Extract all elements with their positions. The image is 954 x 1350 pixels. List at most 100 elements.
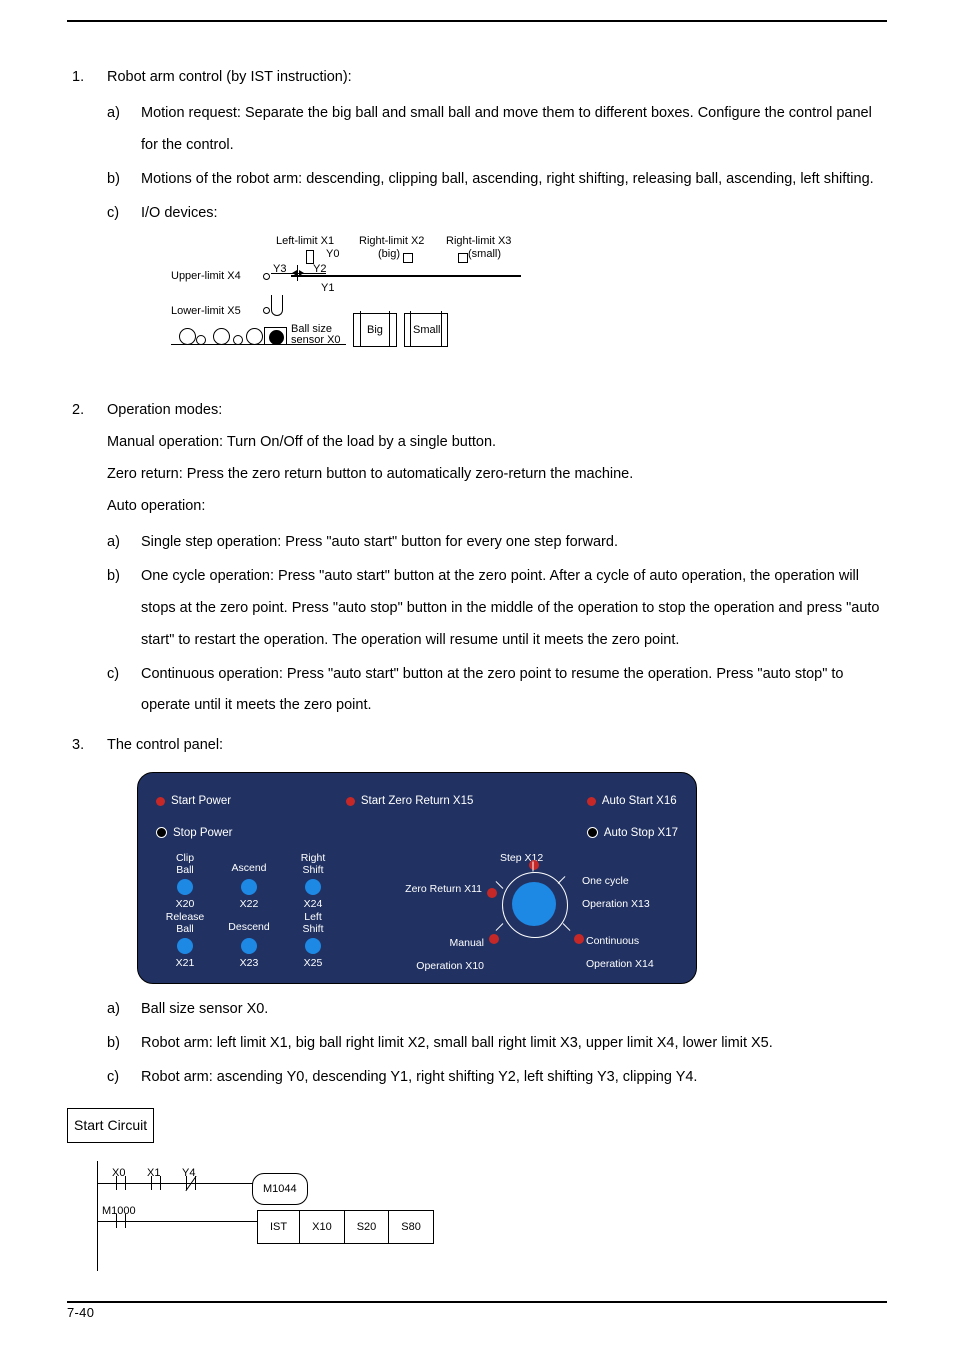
label-small-box: Small bbox=[413, 324, 441, 336]
led-icon bbox=[487, 888, 497, 898]
ladder-coil: M1044 bbox=[252, 1173, 308, 1205]
sublist-item: c) Robot arm: ascending Y0, descending Y… bbox=[107, 1062, 887, 1094]
label-upper-limit: Upper-limit X4 bbox=[171, 270, 241, 282]
list-lead: Operation modes: bbox=[107, 402, 222, 418]
btn-code: X20 bbox=[156, 898, 214, 910]
io-diagram: Left-limit X1 Right-limit X2 Right-limit… bbox=[171, 235, 591, 385]
sublist-item: c) I/O devices: Left-limit X1 Right-limi… bbox=[107, 198, 887, 386]
sublist-letter: c) bbox=[107, 1062, 119, 1094]
led-icon bbox=[574, 934, 584, 944]
btn-label: Release Ball bbox=[156, 911, 214, 935]
led-icon bbox=[156, 827, 167, 838]
page-footer: 7-40 bbox=[67, 1301, 887, 1320]
sublist-letter: c) bbox=[107, 659, 119, 691]
led-icon bbox=[587, 797, 596, 806]
btn-label: Right Shift bbox=[284, 852, 342, 876]
btn-label: Descend bbox=[220, 911, 278, 935]
sublist-text: Single step operation: Press "auto start… bbox=[141, 534, 618, 550]
list-item-2: 2. Operation modes: Manual operation: Tu… bbox=[67, 395, 887, 722]
list-lead: The control panel: bbox=[107, 737, 223, 753]
paragraph: Manual operation: Turn On/Off of the loa… bbox=[107, 427, 887, 459]
label-right-limit-big: Right-limit X2 bbox=[359, 235, 424, 247]
section-title-box: Start Circuit bbox=[67, 1108, 154, 1143]
sublist-letter: a) bbox=[107, 527, 120, 559]
panel-label: Auto Stop X17 bbox=[604, 827, 678, 839]
mode-label: Zero Return X11 bbox=[382, 878, 482, 901]
list-item-1: 1. Robot arm control (by IST instruction… bbox=[67, 62, 887, 385]
ladder-instruction: IST X10 S20 S80 bbox=[257, 1210, 434, 1244]
sublist-item: b) One cycle operation: Press "auto star… bbox=[107, 561, 887, 657]
led-icon bbox=[346, 797, 355, 806]
list-number: 1. bbox=[72, 62, 84, 94]
sublist-item: c) Continuous operation: Press "auto sta… bbox=[107, 659, 887, 723]
mode-label: Manual Operation X10 bbox=[404, 932, 484, 978]
ladder-diagram: X0 X1 Y4 M1044 M1000 IST X10 S20 S80 bbox=[97, 1161, 517, 1271]
sublist-item: b) Motions of the robot arm: descending,… bbox=[107, 164, 887, 196]
sublist-item: a) Single step operation: Press "auto st… bbox=[107, 527, 887, 559]
label-y2: Y2 bbox=[313, 263, 326, 275]
label-y1: Y1 bbox=[321, 282, 334, 294]
ist-arg: S20 bbox=[345, 1211, 390, 1243]
btn-code: X22 bbox=[220, 898, 278, 910]
ladder-label: M1000 bbox=[102, 1199, 136, 1223]
button-icon[interactable] bbox=[305, 879, 321, 895]
sublist-letter: b) bbox=[107, 164, 120, 196]
btn-code: X24 bbox=[284, 898, 342, 910]
mode-label: Continuous Operation X14 bbox=[586, 930, 654, 976]
ladder-label: Y4 bbox=[182, 1161, 195, 1185]
sublist-text: Robot arm: left limit X1, big ball right… bbox=[141, 1035, 773, 1051]
panel-label: Stop Power bbox=[173, 827, 232, 839]
sublist-letter: b) bbox=[107, 561, 120, 593]
btn-label: Clip Ball bbox=[156, 852, 214, 876]
sublist-item: a) Motion request: Separate the big ball… bbox=[107, 98, 887, 162]
led-icon bbox=[156, 797, 165, 806]
sublist-item: b) Robot arm: left limit X1, big ball ri… bbox=[107, 1028, 887, 1060]
label-small: (small) bbox=[468, 248, 501, 260]
mode-selector: Step X12 Zero Return X11 One cycle Opera… bbox=[372, 852, 678, 969]
mode-label: One cycle Operation X13 bbox=[582, 870, 650, 916]
panel-label: Auto Start X16 bbox=[602, 795, 677, 807]
paragraph: Auto operation: bbox=[107, 491, 887, 523]
btn-code: X25 bbox=[284, 957, 342, 969]
btn-code: X21 bbox=[156, 957, 214, 969]
ist-arg: S80 bbox=[389, 1211, 433, 1243]
sublist-text: Robot arm: ascending Y0, descending Y1, … bbox=[141, 1069, 697, 1085]
led-icon bbox=[587, 827, 598, 838]
sublist-text: Motion request: Separate the big ball an… bbox=[141, 105, 872, 153]
sublist-letter: a) bbox=[107, 994, 120, 1026]
list-number: 3. bbox=[72, 730, 84, 762]
sublist-letter: a) bbox=[107, 98, 120, 130]
control-panel: Start Power Stop Power Start Zero Return… bbox=[137, 772, 697, 984]
sublist-text: Ball size sensor X0. bbox=[141, 1001, 268, 1017]
label-y3: Y3 bbox=[273, 263, 286, 275]
label-big-box: Big bbox=[367, 324, 383, 336]
list-number: 2. bbox=[72, 395, 84, 427]
label-sensor: sensor X0 bbox=[291, 334, 341, 346]
sublist-text: One cycle operation: Press "auto start" … bbox=[141, 568, 880, 648]
label-right-limit-small: Right-limit X3 bbox=[446, 235, 511, 247]
led-icon bbox=[489, 934, 499, 944]
list-item-3: 3. The control panel: Start Power Stop P… bbox=[67, 730, 887, 1094]
btn-code: X23 bbox=[220, 957, 278, 969]
manual-buttons-grid: Clip Ball Ascend Right Shift X20 X22 X24… bbox=[156, 852, 342, 969]
selector-knob[interactable] bbox=[502, 872, 568, 938]
panel-label: Start Power bbox=[171, 795, 231, 807]
button-icon[interactable] bbox=[177, 938, 193, 954]
button-icon[interactable] bbox=[241, 879, 257, 895]
btn-label: Ascend bbox=[220, 852, 278, 876]
led-icon bbox=[529, 860, 539, 870]
btn-label: Left Shift bbox=[284, 911, 342, 935]
sublist-text: Motions of the robot arm: descending, cl… bbox=[141, 171, 874, 187]
ladder-label: X1 bbox=[147, 1161, 160, 1185]
button-icon[interactable] bbox=[241, 938, 257, 954]
button-icon[interactable] bbox=[177, 879, 193, 895]
list-lead: Robot arm control (by IST instruction): bbox=[107, 69, 352, 85]
sublist-letter: b) bbox=[107, 1028, 120, 1060]
sublist-letter: c) bbox=[107, 198, 119, 230]
button-icon[interactable] bbox=[305, 938, 321, 954]
sublist-text: I/O devices: bbox=[141, 205, 218, 221]
sublist-item: a) Ball size sensor X0. bbox=[107, 994, 887, 1026]
ist-arg: X10 bbox=[300, 1211, 345, 1243]
panel-label: Start Zero Return X15 bbox=[361, 795, 474, 807]
sublist-text: Continuous operation: Press "auto start"… bbox=[141, 666, 844, 714]
